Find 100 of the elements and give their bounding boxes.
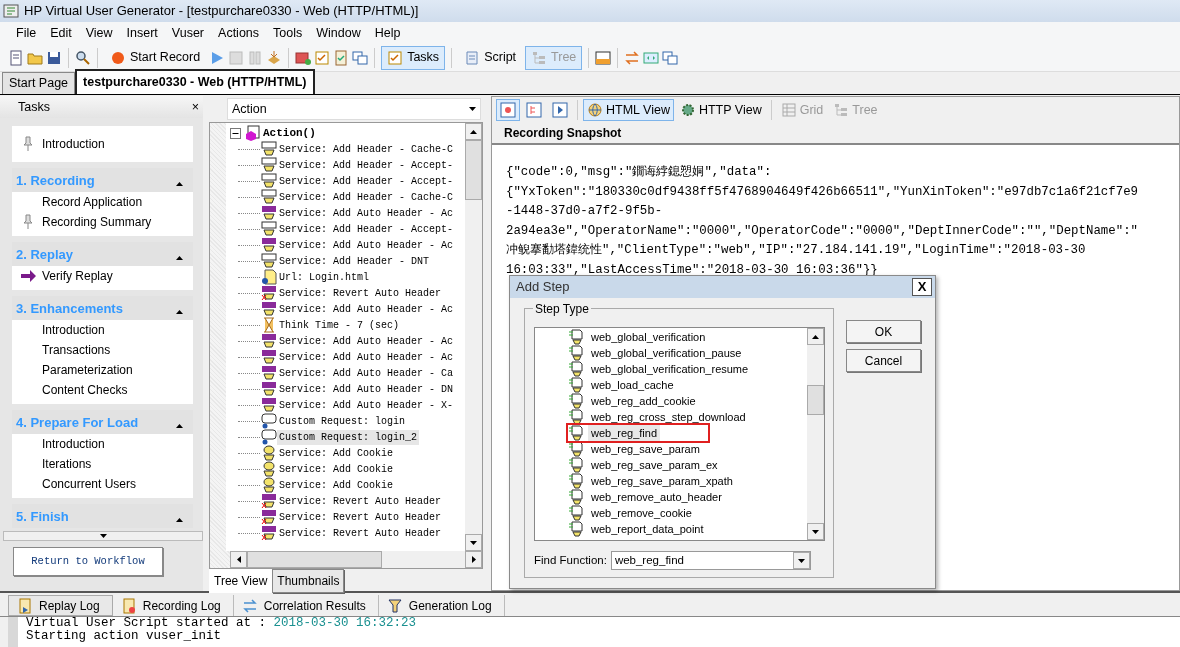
snapshot-button[interactable] [496, 99, 520, 121]
tree-node[interactable]: Service: Add Auto Header - Ca [277, 365, 456, 381]
tree-node[interactable]: Service: Add Auto Header - Ac [277, 205, 456, 221]
new-document-icon[interactable] [8, 49, 24, 66]
task-link[interactable]: Record Application [12, 192, 193, 212]
up-arrow-icon[interactable] [176, 423, 183, 428]
up-arrow-icon[interactable] [176, 181, 183, 186]
close-button[interactable]: X [912, 278, 932, 296]
tree-node[interactable]: Url: Login.html [277, 269, 371, 285]
minus-box-icon[interactable] [230, 127, 241, 139]
task-link[interactable]: Parameterization [12, 360, 193, 380]
save-icon[interactable] [46, 49, 62, 66]
task-link[interactable]: Recording Summary [12, 212, 193, 232]
log-tab[interactable]: Recording Log [112, 595, 234, 616]
menu-item[interactable]: File [10, 23, 43, 43]
panel-icon[interactable] [595, 49, 612, 66]
up-arrow-icon[interactable] [176, 309, 183, 314]
tree-node[interactable]: Service: Add Header - DNT [277, 253, 432, 269]
scroll-thumb[interactable] [465, 140, 482, 200]
tree-node[interactable]: Service: Add Auto Header - Ac [277, 349, 456, 365]
scroll-thumb[interactable] [247, 551, 382, 568]
tree-node[interactable]: Think Time - 7 (sec) [277, 317, 402, 333]
tree-node[interactable]: Service: Revert Auto Header [277, 285, 444, 301]
menu-item[interactable]: Tools [267, 23, 309, 43]
action-dropdown[interactable]: Action [227, 98, 481, 120]
document-icon [261, 269, 277, 285]
tag-icon[interactable] [643, 49, 660, 66]
tree-node[interactable]: Service: Add Header - Accept- [277, 221, 456, 237]
task-link[interactable]: Introduction [12, 320, 193, 340]
tree-node[interactable]: Service: Add Header - Cache-C [277, 141, 456, 157]
view-tab[interactable]: Tree View [209, 569, 273, 593]
tree-node[interactable]: Custom Request: login_2 [277, 429, 420, 445]
tree-node[interactable]: Custom Request: login [277, 413, 408, 429]
down-arrow-icon [469, 107, 476, 112]
menu-item[interactable]: Window [310, 23, 367, 43]
clipboard-icon[interactable] [333, 49, 350, 66]
view-button[interactable]: HTTP View [675, 99, 766, 121]
list-item[interactable]: web_reg_find [588, 423, 661, 443]
menu-item[interactable]: Actions [212, 23, 266, 43]
windows-icon[interactable] [662, 49, 679, 66]
up-arrow-icon[interactable] [176, 255, 183, 260]
menu-item[interactable]: Edit [44, 23, 78, 43]
return-button[interactable]: Return to Workflow [13, 547, 163, 576]
tree-node[interactable]: Service: Add Auto Header - Ac [277, 237, 456, 253]
tree-node[interactable]: Service: Revert Auto Header [277, 493, 444, 509]
task-link[interactable]: Introduction [12, 434, 193, 454]
tree-node[interactable]: Service: Add Auto Header - X- [277, 397, 456, 413]
menu-item[interactable]: Help [368, 23, 407, 43]
task-link[interactable]: Transactions [12, 340, 193, 360]
tree-node[interactable]: Service: Add Auto Header - Ac [277, 333, 456, 349]
tree-node[interactable]: Service: Add Auto Header - Ac [277, 301, 456, 317]
dialog-button[interactable]: OK [846, 320, 921, 343]
search-icon[interactable] [75, 49, 91, 66]
tree-node[interactable]: Service: Add Header - Accept- [277, 157, 456, 173]
menu-item[interactable]: Vuser [165, 23, 211, 43]
vertical-scrollbar[interactable] [465, 123, 482, 551]
tree-node[interactable]: Service: Add Header - Cache-C [277, 189, 456, 205]
tree-node[interactable]: Service: Add Cookie [277, 477, 396, 493]
horizontal-scrollbar[interactable] [230, 551, 482, 568]
checklist-icon[interactable] [314, 49, 331, 66]
pause-icon[interactable] [247, 49, 264, 66]
step-icon [568, 361, 584, 377]
tree-node[interactable]: Service: Add Header - Accept- [277, 173, 456, 189]
tree-node[interactable]: Service: Add Auto Header - DN [277, 381, 456, 397]
tree-node[interactable]: Action() [261, 124, 318, 142]
dialog-button[interactable]: Cancel [846, 349, 921, 372]
toolbar-button[interactable]: Script [458, 45, 523, 70]
toolbar-button[interactable]: Tasks [381, 45, 446, 70]
tree-node[interactable]: Service: Add Cookie [277, 461, 396, 477]
document-tab[interactable]: Start Page [2, 72, 76, 94]
tree-node[interactable]: Service: Add Cookie [277, 445, 396, 461]
view-button[interactable]: HTML View [583, 99, 674, 121]
view-tab[interactable]: Thumbnails [272, 569, 345, 593]
menu-item[interactable]: View [79, 23, 119, 43]
up-arrow-icon[interactable] [176, 517, 183, 522]
find-function-field[interactable]: web_reg_find [610, 551, 811, 570]
down-arrow-icon [99, 534, 107, 538]
task-link[interactable]: Verify Replay [12, 266, 193, 286]
step-icon [568, 505, 584, 521]
tree-node[interactable]: Service: Revert Auto Header [277, 525, 444, 541]
log-tab[interactable]: Correlation Results [233, 595, 379, 616]
task-link[interactable]: Iterations [12, 454, 193, 474]
scroll-down-button[interactable] [3, 531, 203, 541]
task-link[interactable]: Introduction [12, 134, 193, 154]
toolbar-button[interactable]: Start Record [104, 45, 207, 70]
windows-icon[interactable] [352, 49, 369, 66]
bricks-icon[interactable] [295, 49, 312, 66]
close-button[interactable]: × [191, 97, 199, 117]
menu-item[interactable]: Insert [120, 23, 164, 43]
vertical-scrollbar[interactable] [807, 328, 824, 540]
task-link[interactable]: Content Checks [12, 380, 193, 400]
swap-icon[interactable] [624, 49, 641, 66]
task-link[interactable]: Concurrent Users [12, 474, 193, 494]
log-tab[interactable]: Replay Log [8, 595, 113, 616]
tree-icon [833, 102, 850, 118]
log-tab[interactable]: Generation Log [378, 595, 505, 616]
scroll-thumb[interactable] [807, 385, 824, 415]
step-icon [568, 489, 584, 505]
tree-node[interactable]: Service: Revert Auto Header [277, 509, 444, 525]
document-tab[interactable]: testpurchare0330 - Web (HTTP/HTML) [75, 69, 315, 94]
